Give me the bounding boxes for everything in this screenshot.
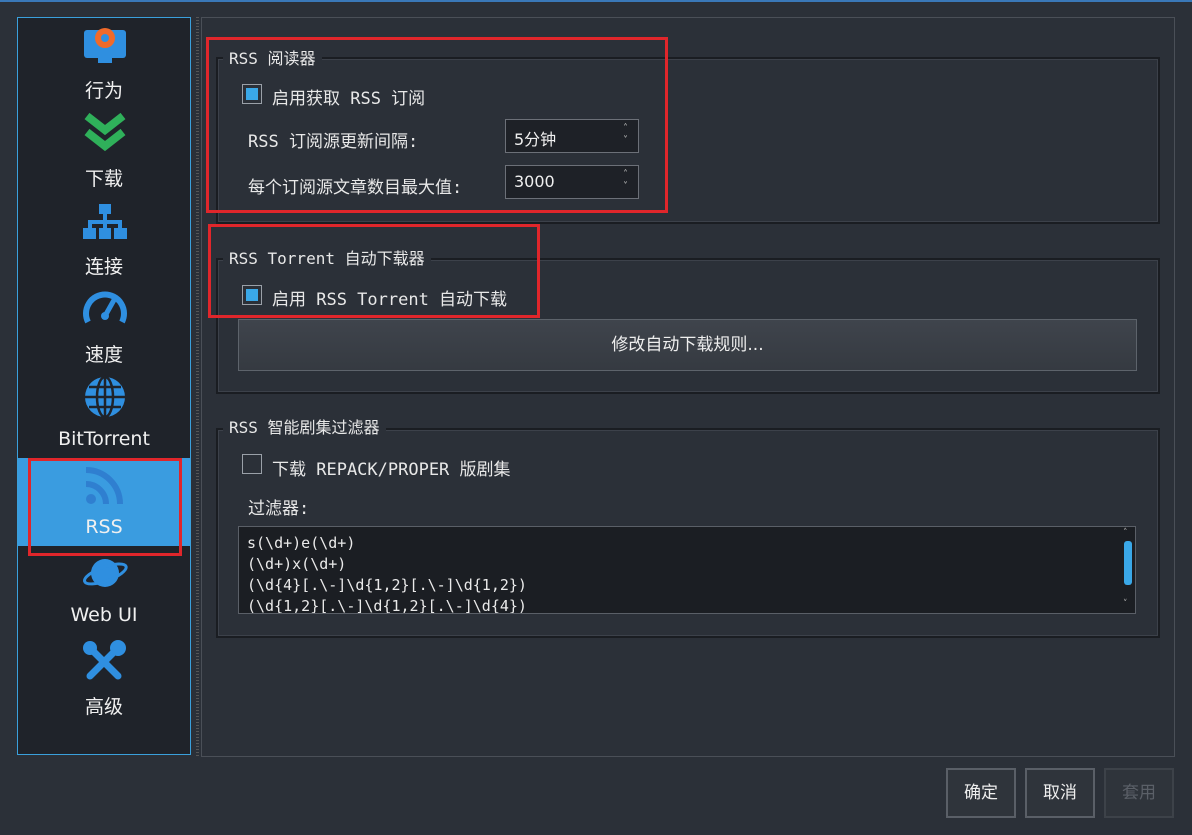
sidebar-item-advanced[interactable]: 高级 — [18, 634, 190, 722]
refresh-interval-label: RSS 订阅源更新间隔: — [248, 132, 419, 152]
speedometer-icon — [83, 291, 127, 324]
auto-downloader-title: RSS Torrent 自动下载器 — [223, 245, 431, 269]
sidebar-item-label: 速度 — [84, 344, 123, 366]
network-icon — [83, 204, 127, 239]
sidebar-item-label: 连接 — [84, 256, 123, 278]
enable-auto-download-checkbox[interactable] — [242, 285, 262, 305]
rss-icon — [85, 467, 123, 505]
filter-line: s(\d+)e(\d+) — [247, 534, 356, 552]
splitter-handle[interactable] — [196, 17, 199, 757]
scroll-down-icon[interactable]: ˅ — [1123, 599, 1128, 609]
scroll-up-icon[interactable]: ˄ — [1123, 528, 1128, 538]
planet-icon — [83, 559, 128, 587]
globe-icon — [85, 375, 125, 419]
spin-arrows-icon[interactable]: ˄ ˅ — [623, 123, 628, 147]
sidebar-item-downloads[interactable]: 下载 — [18, 106, 190, 194]
sidebar-item-label: BitTorrent — [58, 428, 150, 450]
enable-rss-label: 启用获取 RSS 订阅 — [272, 89, 426, 109]
filter-line: (\d{4}[.\-]\d{1,2}[.\-]\d{1,2}) — [247, 576, 527, 594]
double-chevron-down-icon — [84, 112, 126, 152]
sidebar-item-bittorrent[interactable]: BitTorrent — [18, 370, 190, 458]
spin-arrows-icon[interactable]: ˄ ˅ — [623, 169, 628, 193]
refresh-interval-spinbox[interactable]: 5分钟 ˄ ˅ — [505, 119, 639, 153]
refresh-interval-value: 5分钟 — [514, 130, 557, 149]
enable-rss-checkbox[interactable] — [242, 84, 262, 104]
filters-label: 过滤器: — [248, 499, 310, 519]
settings-sidebar: 行为 下载 连接 速度 BitTorrent RSS Web UI 高级 — [17, 17, 191, 755]
sidebar-item-label: 高级 — [84, 696, 123, 718]
scrollbar-thumb[interactable] — [1124, 541, 1132, 585]
apply-button[interactable]: 套用 — [1104, 768, 1174, 818]
sidebar-item-rss[interactable]: RSS — [18, 458, 190, 546]
sidebar-item-connection[interactable]: 连接 — [18, 194, 190, 282]
download-repack-checkbox[interactable] — [242, 454, 262, 474]
download-repack-label: 下载 REPACK/PROPER 版剧集 — [272, 460, 511, 480]
monitor-gear-icon — [84, 28, 126, 63]
filters-textarea[interactable]: s(\d+)e(\d+) (\d+)x(\d+) (\d{4}[.\-]\d{1… — [238, 526, 1136, 614]
max-articles-label: 每个订阅源文章数目最大值: — [248, 178, 463, 198]
filter-line: (\d{1,2}[.\-]\d{1,2}[.\-]\d{4}) — [247, 597, 527, 614]
enable-auto-download-label: 启用 RSS Torrent 自动下载 — [272, 290, 508, 310]
smart-filter-title: RSS 智能剧集过滤器 — [223, 414, 386, 438]
max-articles-value: 3000 — [514, 172, 555, 191]
filters-scrollbar[interactable]: ˄ ˅ — [1121, 527, 1135, 613]
max-articles-spinbox[interactable]: 3000 ˄ ˅ — [505, 165, 639, 199]
window-top-border — [0, 0, 1192, 2]
sidebar-item-label: 下载 — [84, 168, 123, 190]
edit-download-rules-button[interactable]: 修改自动下载规则... — [238, 319, 1137, 371]
cancel-button[interactable]: 取消 — [1025, 768, 1095, 818]
tools-icon — [83, 640, 126, 680]
sidebar-item-webui[interactable]: Web UI — [18, 546, 190, 634]
sidebar-item-label: Web UI — [70, 604, 138, 626]
sidebar-item-speed[interactable]: 速度 — [18, 282, 190, 370]
sidebar-item-label: RSS — [85, 516, 123, 538]
sidebar-item-label: 行为 — [84, 80, 123, 102]
ok-button[interactable]: 确定 — [946, 768, 1016, 818]
filter-line: (\d+)x(\d+) — [247, 555, 347, 573]
rss-reader-title: RSS 阅读器 — [223, 45, 322, 69]
sidebar-item-behavior[interactable]: 行为 — [18, 18, 190, 106]
